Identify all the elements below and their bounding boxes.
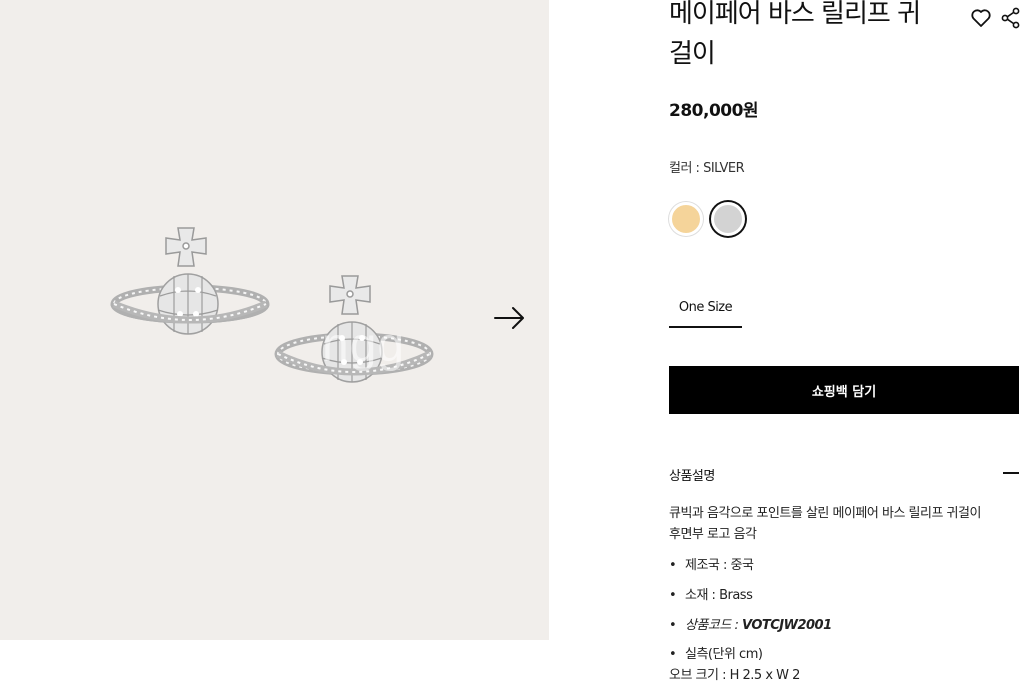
product-title: 메이페어 바스 릴리프 귀걸이 [669,0,921,69]
size-tab-one-size[interactable]: One Size [669,300,742,328]
earring-left-image [110,227,270,335]
color-swatch-gold[interactable] [669,202,703,236]
collapse-minus-icon[interactable] [1003,472,1019,474]
spec-measure: • 실측(단위 cm) [669,643,763,662]
spec-material: • 소재 : Brass [669,584,753,603]
description-text: 큐빅과 음각으로 포인트를 살린 메이페어 바스 릴리프 귀걸이 후면부 로고 … [669,503,981,545]
color-label: 컬러 : SILVER [669,161,745,176]
spec-orb-size: 오브 크기 : H 2.5 x W 2 [669,668,800,683]
bullet: • [669,558,677,573]
bullet: • [669,647,677,662]
spec-origin-text: 제조국 : 중국 [685,558,754,573]
heart-icon[interactable] [969,6,993,30]
description-line: 큐빅과 음각으로 포인트를 살린 메이페어 바스 릴리프 귀걸이 [669,506,981,521]
spec-material-text: 소재 : Brass [685,588,753,603]
share-icon[interactable] [999,6,1023,30]
bullet: • [669,588,677,603]
product-info-panel: 메이페어 바스 릴리프 귀걸이 280,000원 컬러 : SILVER One… [669,0,1031,688]
next-image-arrow-icon[interactable] [492,304,528,332]
color-swatch-silver[interactable] [711,202,745,236]
product-image-gallery: ngg [0,0,549,640]
image-watermark: ngg [322,319,406,372]
product-price: 280,000원 [669,101,759,121]
spec-product-code: • 상품코드 : VOTCJW2001 [669,614,832,633]
spec-code-label: 상품코드 : [685,618,742,633]
spec-origin: • 제조국 : 중국 [669,554,754,573]
description-header[interactable]: 상품설명 [669,465,715,484]
spec-measure-text: 실측(단위 cm) [685,647,763,662]
bullet: • [669,618,677,633]
add-to-bag-button[interactable]: 쇼핑백 담기 [669,366,1019,414]
description-line: 후면부 로고 음각 [669,527,757,542]
spec-code-value: VOTCJW2001 [742,618,832,633]
